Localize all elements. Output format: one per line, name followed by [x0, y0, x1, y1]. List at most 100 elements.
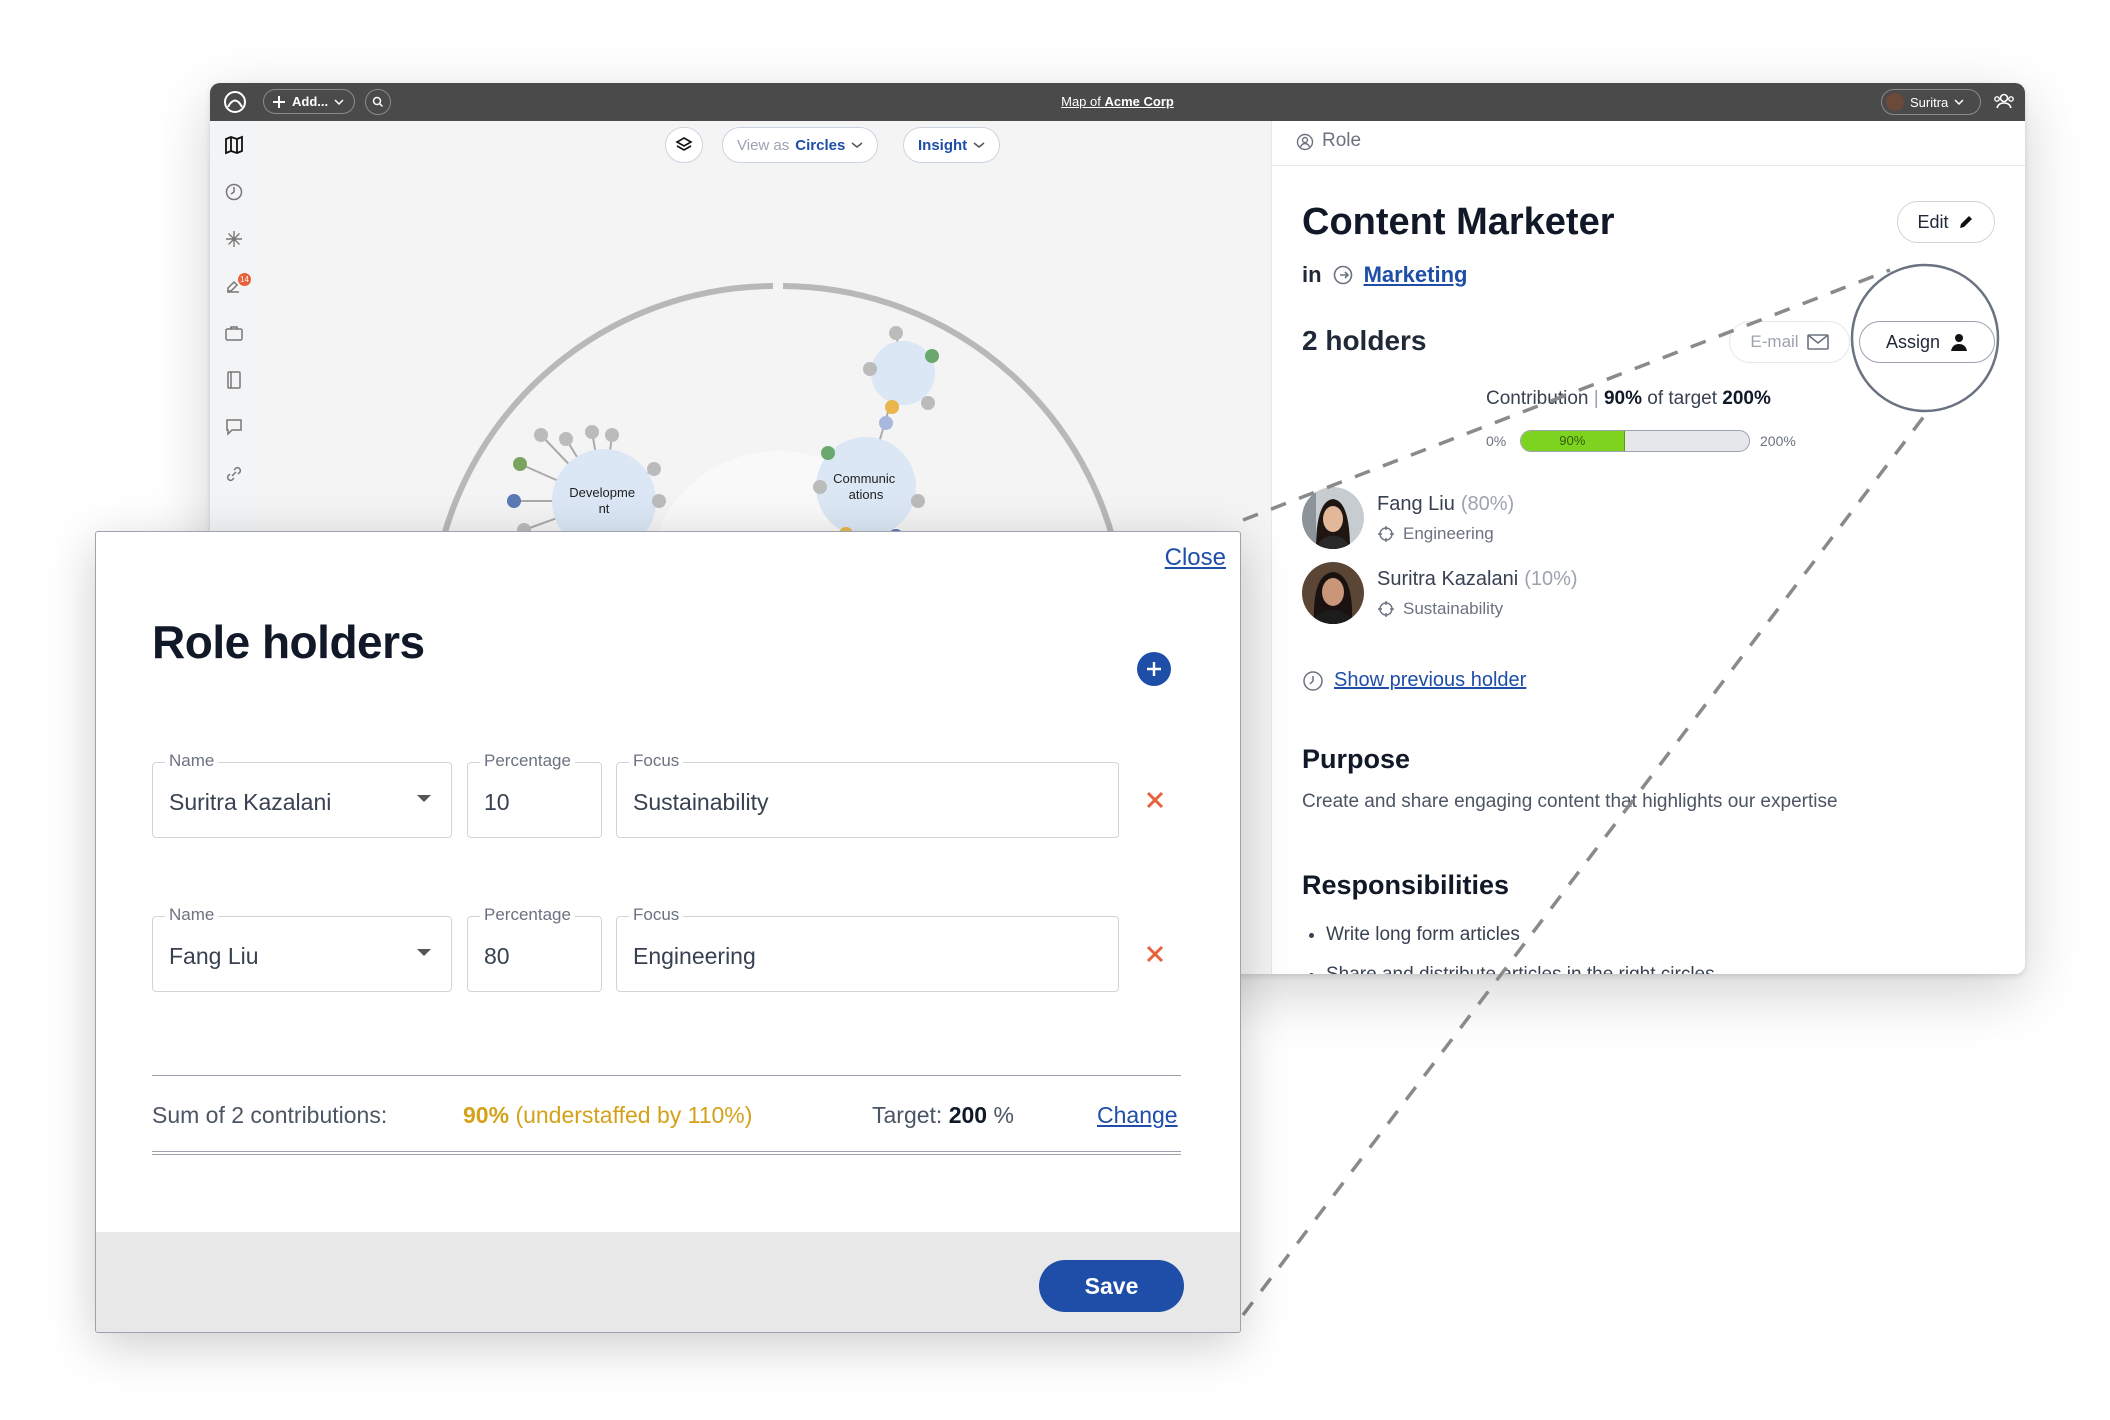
target-number: 200	[948, 1102, 988, 1128]
user-name: Suritra	[1910, 94, 1949, 110]
remove-holder-icon[interactable]	[1145, 944, 1165, 964]
holder-name-text: Suritra Kazalani	[1377, 568, 1519, 590]
avatar	[1302, 562, 1364, 624]
view-as-value: Circles	[795, 136, 846, 154]
remove-holder-icon[interactable]	[1145, 790, 1165, 810]
target-value: Target: 200 %	[872, 1102, 1014, 1129]
circle-small[interactable]	[863, 326, 939, 430]
holder-name-select[interactable]: Name Fang Liu	[152, 905, 452, 992]
map-icon[interactable]	[224, 135, 244, 155]
circle-link-icon	[1333, 265, 1352, 285]
holder-focus-text: Engineering	[1403, 524, 1494, 543]
dialog-footer: Save	[96, 1232, 1240, 1332]
circle-communications-label-2: ations	[849, 487, 884, 502]
holder-name: Fang Liu (80%)	[1377, 493, 1514, 516]
holders-heading: 2 holders	[1302, 325, 1427, 356]
sum-value: 90% (understaffed by 110%)	[463, 1102, 752, 1129]
map-title-org: Acme Corp	[1104, 94, 1174, 109]
contribution-mid: of target	[1647, 388, 1717, 409]
bar-min-label: 0%	[1486, 433, 1507, 449]
email-label: E-mail	[1750, 332, 1799, 351]
bar-max-label: 200%	[1760, 433, 1796, 449]
layers-icon	[675, 137, 693, 151]
crosshair-icon	[1378, 601, 1394, 617]
user-menu-button[interactable]: Suritra	[1881, 89, 1981, 115]
field-value: 10	[484, 789, 510, 815]
view-as-label: View as	[737, 136, 790, 154]
parent-circle-row: in Marketing	[1302, 262, 1467, 288]
crosshair-icon	[1378, 526, 1394, 542]
field-value: Sustainability	[633, 789, 769, 815]
chevron-down-icon	[851, 142, 863, 148]
bar-value-label: 90%	[1559, 433, 1586, 448]
contribution-target: 200%	[1722, 388, 1771, 409]
map-title-link[interactable]: Map of Acme Corp	[1061, 94, 1174, 109]
dialog-title: Role holders	[152, 616, 425, 668]
chevron-down-icon	[1954, 99, 1964, 106]
link-icon[interactable]	[224, 464, 244, 484]
parent-circle-link[interactable]: Marketing	[1364, 262, 1468, 288]
holder-item[interactable]: Suritra Kazalani (10%) Sustainability	[1302, 562, 1702, 624]
insight-label: Insight	[918, 136, 968, 154]
people-icon[interactable]	[1993, 92, 2015, 110]
view-as-dropdown[interactable]: View as Circles	[722, 127, 879, 163]
list-item: Write long form articles	[1326, 915, 1715, 955]
focus-input[interactable]: Focus Engineering	[616, 905, 1119, 992]
change-target-link[interactable]: Change	[1097, 1102, 1178, 1129]
edit-label: Edit	[1917, 211, 1949, 232]
chat-icon[interactable]	[224, 417, 244, 437]
sparkle-icon[interactable]	[224, 229, 244, 249]
holder-focus: Engineering	[1377, 524, 1494, 544]
layers-button[interactable]	[665, 127, 703, 163]
holder-pct: (10%)	[1524, 568, 1578, 590]
insight-dropdown[interactable]: Insight	[903, 127, 1001, 163]
percentage-input[interactable]: Percentage 10	[467, 751, 602, 838]
in-label: in	[1302, 262, 1322, 287]
field-label: Focus	[629, 905, 684, 925]
show-previous-holder[interactable]: Show previous holder	[1302, 669, 1526, 692]
top-bar: Add... Map of Acme Corp Suritra	[210, 83, 2025, 121]
save-button[interactable]: Save	[1039, 1260, 1184, 1312]
focus-input[interactable]: Focus Sustainability	[616, 751, 1119, 838]
clock-icon[interactable]	[224, 182, 244, 202]
pencil-icon	[1959, 216, 1972, 228]
contribution-summary: Contribution | 90% of target 200%	[1486, 388, 1771, 409]
holder-item[interactable]: Fang Liu (80%) Engineering	[1302, 487, 1702, 549]
contribution-sum-row: Sum of 2 contributions: 90% (understaffe…	[152, 1075, 1181, 1155]
circle-development-label-2: nt	[599, 501, 610, 516]
percentage-input[interactable]: Percentage 80	[467, 905, 602, 992]
map-title[interactable]: Map of Acme Corp	[210, 94, 2025, 109]
circle-map[interactable]: Developme nt Communic ations	[258, 171, 1280, 571]
holder-focus: Sustainability	[1377, 599, 1503, 619]
bar-track: 90%	[1520, 430, 1750, 452]
field-label: Percentage	[480, 905, 575, 925]
avatar	[1302, 487, 1364, 549]
plus-icon	[1147, 662, 1161, 676]
holder-focus-text: Sustainability	[1403, 599, 1504, 618]
assign-button[interactable]: Assign	[1859, 321, 1995, 363]
role-title: Content Marketer	[1302, 201, 1615, 243]
responsibilities-list: Write long form articles Share and distr…	[1302, 915, 1715, 974]
contribution-label: Contribution	[1486, 388, 1589, 409]
role-panel: Role Content Marketer Edit in Marketing …	[1271, 121, 2025, 974]
book-icon[interactable]	[224, 370, 244, 390]
field-value: Engineering	[633, 943, 756, 969]
notification-badge: 14	[238, 273, 251, 286]
show-previous-link[interactable]: Show previous holder	[1334, 669, 1526, 692]
holder-name-select[interactable]: Name Suritra Kazalani	[152, 751, 452, 838]
person-icon	[1951, 334, 1968, 351]
circle-development-label-1: Developme	[569, 485, 635, 500]
close-link[interactable]: Close	[1165, 544, 1226, 572]
purpose-heading: Purpose	[1302, 744, 1411, 774]
contribution-bar: 0% 90% 200%	[1486, 430, 1826, 454]
target-unit: %	[993, 1102, 1014, 1128]
add-holder-button[interactable]	[1137, 652, 1171, 686]
briefcase-icon[interactable]	[224, 323, 244, 343]
role-icon	[1296, 133, 1314, 151]
edit-button[interactable]: Edit	[1897, 201, 1995, 243]
history-icon	[1303, 670, 1323, 691]
holder-name: Suritra Kazalani (10%)	[1377, 568, 1578, 591]
email-button[interactable]: E-mail	[1729, 321, 1850, 363]
sum-value-note: (understaffed by 110%)	[515, 1102, 753, 1128]
list-item: Share and distribute articles in the rig…	[1326, 955, 1715, 974]
